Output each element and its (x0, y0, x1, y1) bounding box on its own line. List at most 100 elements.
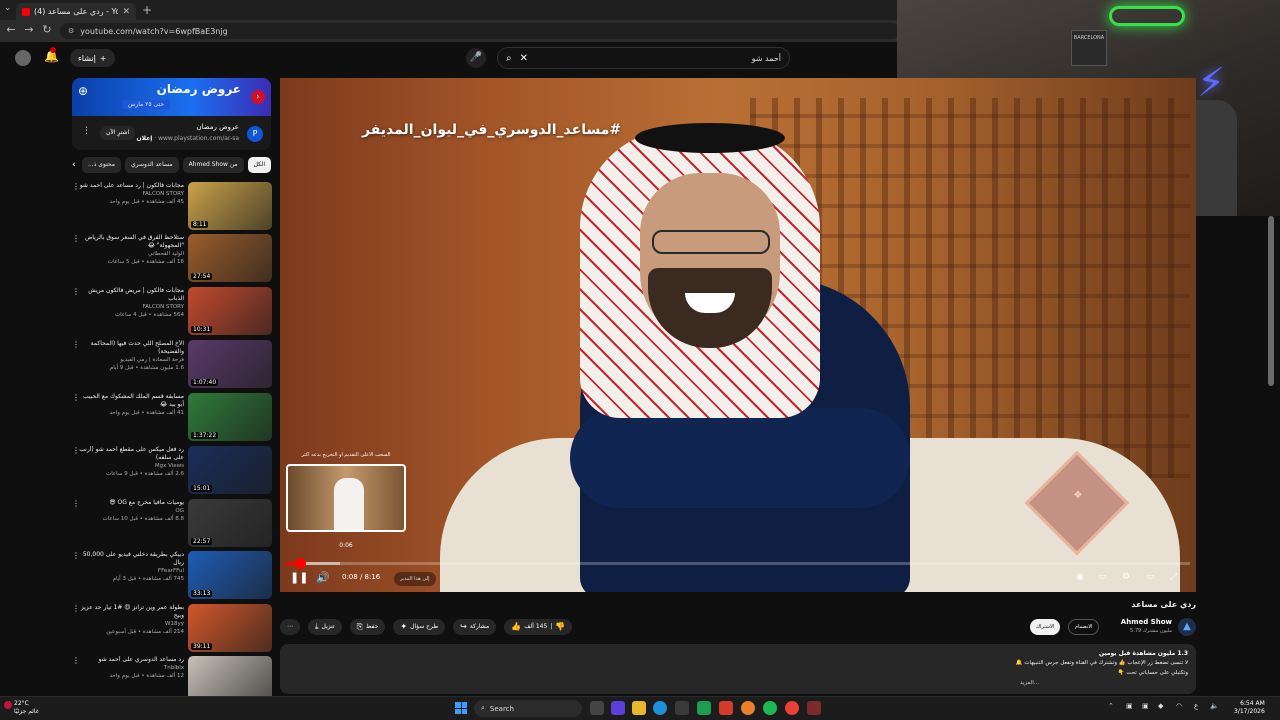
channel-avatar[interactable]: ▲ (1178, 618, 1196, 636)
recommended-video[interactable]: 22:57 يوميات مافيا مخرج مع OG 😎 OG 8.8 ألف … (66, 499, 272, 549)
start-windows-icon[interactable] (455, 702, 467, 714)
copilot-icon[interactable] (611, 701, 625, 715)
description-box[interactable]: 1.3 مليون مشاهدة قبل يومين لا تنسى تضغط … (280, 644, 1196, 694)
ad-banner[interactable]: ⊕ عروض رمضان حتى ٢٥ مارس › (72, 78, 271, 116)
video-title[interactable]: مجابات فالكون | مريض فالكون مريش الذباب (76, 287, 184, 303)
ad-menu-icon[interactable]: ⋮ (82, 126, 91, 136)
more-actions-icon[interactable]: ⋯ (280, 619, 300, 635)
like-dislike-button[interactable]: 👎 | 145 ألف 👍 (504, 619, 573, 635)
save-button[interactable]: حفظ ⎘ (349, 619, 386, 635)
volume-icon[interactable]: 🔊 (316, 571, 330, 584)
video-menu-icon[interactable]: ⋮ (72, 656, 80, 665)
video-title[interactable]: رد فعل ميكس على مقطع أحمد شو (أرنب على س… (76, 446, 184, 462)
video-menu-icon[interactable]: ⋮ (72, 604, 80, 613)
tray-chevron-icon[interactable]: ⌃ (1108, 702, 1114, 710)
video-thumbnail[interactable]: 15:01 (188, 446, 272, 494)
video-thumbnail[interactable]: 39:11 (188, 604, 272, 652)
account-avatar[interactable] (15, 50, 31, 66)
create-button[interactable]: إنشاء + (70, 49, 115, 67)
store-icon[interactable] (675, 701, 689, 715)
search-icon[interactable]: ⌕ (506, 53, 512, 64)
browser-tab[interactable]: (4) ردي على مساعد - YouTube ✕ (16, 3, 136, 20)
progress-bar[interactable] (286, 558, 1190, 569)
recommended-video[interactable]: 10:31 مجابات فالكون | مريض فالكون مريش ال… (66, 287, 272, 337)
media-app-icon[interactable] (719, 701, 733, 715)
task-view-icon[interactable] (590, 701, 604, 715)
download-button[interactable]: تنزيل ⤓ (308, 619, 342, 635)
sidebar-ad[interactable]: ⊕ عروض رمضان حتى ٢٥ مارس › P عروض رمضان … (72, 78, 271, 150)
show-more-link[interactable]: ...المزيد (1020, 680, 1039, 686)
pause-icon[interactable]: ❚❚ (290, 571, 308, 584)
video-menu-icon[interactable]: ⋮ (72, 340, 80, 349)
xbox-icon[interactable] (697, 701, 711, 715)
tray-app-icon[interactable]: ▣ (1126, 702, 1133, 710)
video-title[interactable]: يوميات مافيا مخرج مع OG 😎 (76, 499, 184, 507)
taskbar-search[interactable]: ⌕ Search (474, 700, 582, 717)
video-player[interactable]: #مساعد_الدوسري_في_ليوان_المديفر ❖ (280, 78, 1196, 592)
autoplay-toggle-icon[interactable]: ◉ (1076, 572, 1084, 582)
video-channel[interactable]: Tnblblx (76, 664, 184, 672)
discord-like-icon[interactable] (741, 701, 755, 715)
video-channel[interactable]: فرحة السعادة | رمي الفيديو (76, 356, 184, 364)
chapter-button[interactable]: إلى هذا المدير (394, 572, 436, 586)
page-scrollbar[interactable] (1268, 216, 1274, 386)
recommended-video[interactable]: 8:11 مجابات فالكون | رد مساعد على أحمد شو… (66, 182, 272, 232)
wifi-icon[interactable]: ◠ (1176, 702, 1182, 710)
weather-widget[interactable]: 22°C غائم جزئيًا (4, 700, 39, 716)
recommended-video[interactable]: 27:54 ستلاحظ الفرق في السعر سوق بالرياض "… (66, 234, 272, 284)
speaker-icon[interactable]: 🔈 (1210, 702, 1219, 710)
chip-related[interactable]: محتوى ذ... (81, 157, 121, 173)
video-thumbnail[interactable]: 1:37:22 (188, 393, 272, 441)
site-info-icon[interactable]: ⚙ (68, 27, 74, 35)
subtitles-icon[interactable]: ▭ (1098, 572, 1107, 582)
video-channel[interactable]: FALCON STORY (76, 190, 184, 198)
ask-button[interactable]: طرح سؤال ✦ (393, 619, 446, 635)
voice-search-icon[interactable]: 🎤 (466, 48, 486, 68)
chip-topic[interactable]: مساعد الدوسري (124, 157, 179, 173)
edge-icon[interactable] (653, 701, 667, 715)
ad-cta-button[interactable]: اشترِ الآن (100, 126, 136, 140)
chip-all[interactable]: الكل (247, 157, 271, 173)
video-menu-icon[interactable]: ⋮ (72, 551, 80, 560)
back-icon[interactable]: ← (4, 23, 18, 36)
video-menu-icon[interactable]: ⋮ (72, 393, 80, 402)
video-thumbnail[interactable]: 8:11 (188, 182, 272, 230)
fullscreen-icon[interactable]: ⤢ (1170, 572, 1177, 582)
video-thumbnail[interactable]: 22:57 (188, 499, 272, 547)
obs-icon[interactable] (807, 701, 821, 715)
recommended-video[interactable]: 15:01 رد فعل ميكس على مقطع أحمد شو (أرنب … (66, 446, 272, 496)
share-button[interactable]: مشاركة ↪ (453, 619, 497, 635)
video-menu-icon[interactable]: ⋮ (72, 446, 80, 455)
new-tab-icon[interactable]: + (142, 3, 152, 17)
video-title[interactable]: مسابقة قسم الملك المشكوك مع الحبيب أبو ب… (76, 393, 184, 409)
recommended-video[interactable]: 39:11 بطولة عمر وين ترانز 😍 #1 تيار حد عز… (66, 604, 272, 654)
file-explorer-icon[interactable] (632, 701, 646, 715)
taskbar-clock[interactable]: 6:54 AM 3/17/2026 (1234, 700, 1265, 716)
video-thumbnail[interactable]: 27:54 (188, 234, 272, 282)
search-box[interactable]: ⌕ ✕ أحمد شو (497, 47, 790, 69)
spotify-icon[interactable] (763, 701, 777, 715)
forward-icon[interactable]: → (22, 23, 36, 36)
language-indicator[interactable]: ع (1194, 702, 1198, 710)
channel-name[interactable]: Ahmed Show (1121, 618, 1172, 626)
join-button[interactable]: الانضمام (1068, 619, 1100, 635)
video-channel[interactable]: W18yy (76, 620, 184, 628)
settings-gear-icon[interactable]: ⚙ (1122, 572, 1130, 582)
recommended-video[interactable]: 1:07:40 الأخ المصلح اللي حدث فيها (المحاك… (66, 340, 272, 390)
video-thumbnail[interactable]: 33:13 (188, 551, 272, 599)
close-tab-icon[interactable]: ✕ (122, 7, 130, 17)
video-title[interactable]: مجابات فالكون | رد مساعد على أحمد شو (76, 182, 184, 190)
video-title[interactable]: دبيكي بطريقة دخلني فيديو على 50,000 ريال (76, 551, 184, 567)
video-channel[interactable]: الوليد القحطاني (76, 250, 184, 258)
video-channel[interactable]: FFearFFul (76, 567, 184, 575)
video-menu-icon[interactable]: ⋮ (72, 287, 80, 296)
search-input[interactable]: أحمد شو (536, 54, 781, 63)
reload-icon[interactable]: ↻ (40, 23, 54, 36)
ad-arrow-icon[interactable]: › (251, 90, 265, 104)
tab-search-icon[interactable]: ⌄ (4, 3, 12, 13)
chrome-icon[interactable] (785, 701, 799, 715)
subscribe-button[interactable]: الاشتراك (1030, 619, 1061, 635)
chip-from-channel[interactable]: من Ahmed Show (182, 157, 244, 173)
video-menu-icon[interactable]: ⋮ (72, 234, 80, 243)
video-channel[interactable]: Mgx Views (76, 462, 184, 470)
